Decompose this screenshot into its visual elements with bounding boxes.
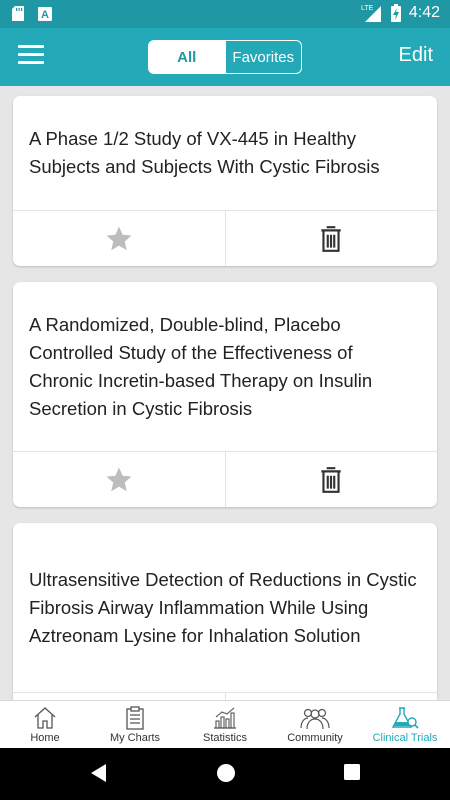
battery-charging-icon <box>390 4 401 22</box>
favorite-button[interactable] <box>13 693 225 700</box>
app-bar: All Favorites Edit <box>0 28 450 86</box>
tab-label: Community <box>287 732 343 744</box>
font-a-icon: A <box>38 6 52 21</box>
people-icon <box>300 708 330 730</box>
back-icon[interactable] <box>90 763 108 783</box>
favorite-button[interactable] <box>13 211 225 266</box>
recents-icon[interactable] <box>343 763 361 781</box>
trash-icon <box>321 466 341 493</box>
star-icon <box>106 467 132 491</box>
signal-icon: LTE <box>361 5 381 22</box>
trash-icon <box>321 225 341 252</box>
trials-list[interactable]: A Phase 1/2 Study of VX-445 in Healthy S… <box>0 86 450 700</box>
home-circle-icon[interactable] <box>216 763 236 783</box>
clock: 4:42 <box>408 4 440 21</box>
favorite-button[interactable] <box>13 452 225 507</box>
trial-title[interactable]: A Randomized, Double-blind, Placebo Cont… <box>29 311 421 423</box>
trial-title[interactable]: A Phase 1/2 Study of VX-445 in Healthy S… <box>29 125 421 181</box>
sd-card-icon <box>12 6 24 21</box>
svg-text:A: A <box>41 9 49 21</box>
filter-segmented-control: All Favorites <box>148 40 302 74</box>
edit-button[interactable]: Edit <box>399 44 433 67</box>
delete-button[interactable] <box>224 211 438 266</box>
tab-home[interactable]: Home <box>0 701 90 748</box>
tab-all[interactable]: All <box>149 41 225 73</box>
bottom-tab-bar: Home My Charts Statistics Community Clin… <box>0 700 450 748</box>
status-bar: A LTE 4:42 <box>0 0 450 28</box>
delete-button[interactable] <box>224 452 438 507</box>
tab-community[interactable]: Community <box>270 701 360 748</box>
tab-favorites[interactable]: Favorites <box>224 41 302 73</box>
tab-label: Statistics <box>202 732 247 744</box>
menu-icon[interactable] <box>18 45 44 69</box>
tab-statistics[interactable]: Statistics <box>180 701 270 748</box>
system-nav-bar <box>0 748 450 800</box>
trial-card: Ultrasensitive Detection of Reductions i… <box>13 523 437 700</box>
clipboard-icon <box>126 706 144 730</box>
bar-chart-icon <box>214 707 236 729</box>
tab-label: Clinical Trials <box>372 732 438 744</box>
tab-label: Home <box>30 732 60 744</box>
tab-clinical-trials[interactable]: Clinical Trials <box>360 701 450 748</box>
flask-icon <box>391 707 419 729</box>
tab-label: My Charts <box>109 732 161 744</box>
trial-card: A Phase 1/2 Study of VX-445 in Healthy S… <box>13 96 437 266</box>
trial-card: A Randomized, Double-blind, Placebo Cont… <box>13 282 437 507</box>
delete-button[interactable] <box>224 693 438 700</box>
star-icon <box>106 226 132 250</box>
home-icon <box>34 707 56 729</box>
tab-my-charts[interactable]: My Charts <box>90 701 180 748</box>
trial-title[interactable]: Ultrasensitive Detection of Reductions i… <box>29 566 421 650</box>
network-type: LTE <box>361 5 374 12</box>
